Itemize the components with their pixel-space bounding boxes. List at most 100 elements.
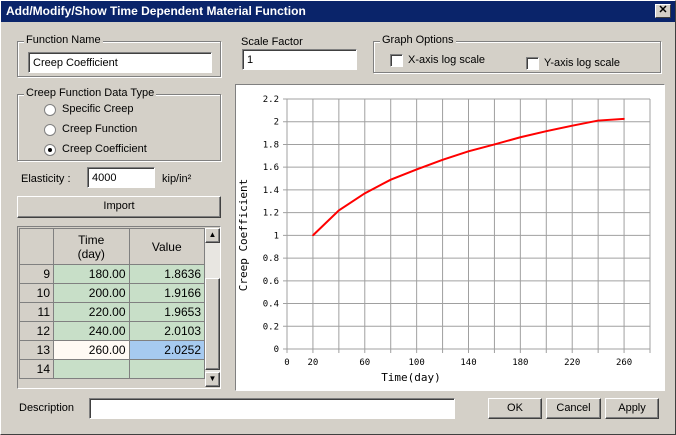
graph-options-label: Graph Options (380, 34, 456, 46)
x-log-checkbox[interactable] (390, 54, 403, 67)
vertical-scrollbar[interactable]: ▲ ▼ (205, 228, 220, 387)
y-tick-label: 0.2 (263, 322, 279, 332)
x-tick-label: 0 (284, 358, 289, 368)
elasticity-label: Elasticity : (21, 173, 71, 185)
row-header[interactable]: 14 (19, 359, 54, 379)
description-input[interactable] (89, 398, 455, 419)
time-cell[interactable]: 220.00 (53, 302, 130, 322)
elasticity-input[interactable]: 4000 (87, 167, 155, 188)
y-tick-label: 1 (274, 231, 279, 241)
y-tick-label: 2.2 (263, 95, 279, 105)
time-cell[interactable]: 180.00 (53, 264, 130, 284)
value-cell[interactable]: 1.8636 (128, 264, 205, 284)
time-cell[interactable]: 260.00 (53, 340, 130, 360)
function-name-input[interactable]: Creep Coefficient (28, 52, 212, 73)
import-button[interactable]: Import (17, 196, 221, 218)
data-point (415, 168, 418, 171)
dialog-window: Add/Modify/Show Time Dependent Material … (0, 0, 676, 435)
row-header[interactable]: 13 (19, 340, 54, 360)
cancel-button[interactable]: Cancel (546, 398, 601, 419)
table-row: 14 (19, 359, 205, 379)
x-tick-label: 60 (359, 358, 370, 368)
data-point (338, 209, 340, 212)
time-header[interactable]: Time (day) (53, 228, 130, 265)
window-title: Add/Modify/Show Time Dependent Material … (6, 4, 306, 18)
value-cell[interactable]: 1.9166 (128, 283, 205, 303)
x-tick-label: 260 (616, 358, 632, 368)
table-row: 10 200.00 1.9166 (19, 283, 205, 303)
x-tick-label: 140 (460, 358, 476, 368)
data-point (493, 143, 496, 146)
data-table: Time (day) Value 9 180.00 1.8636 10 200.0… (17, 226, 221, 389)
ok-button[interactable]: OK (488, 398, 542, 419)
data-point (519, 136, 522, 139)
data-point (467, 150, 470, 153)
y-tick-label: 1.2 (263, 209, 279, 219)
y-tick-label: 0.6 (263, 277, 279, 287)
function-name-group: Function Name Creep Coefficient (17, 34, 221, 77)
scroll-down-arrow-icon[interactable]: ▼ (205, 372, 220, 387)
value-header[interactable]: Value (128, 228, 205, 265)
radio-specific-creep-label: Specific Creep (62, 103, 134, 115)
chart-svg: 260 220 180 140 100 60 20 0 2.2 2 1.8 1.6 1.4 1.2 1 0.8… (237, 95, 651, 384)
corner-header (19, 228, 54, 265)
y-tick-label: 1.8 (263, 140, 279, 150)
value-cell[interactable]: 1.9653 (128, 302, 205, 322)
elasticity-unit: kip/in² (162, 173, 192, 185)
table-row: 12 240.00 2.0103 (19, 321, 205, 341)
x-axis-label: Time(day) (381, 371, 441, 384)
time-cell[interactable] (53, 359, 130, 379)
chart-panel: 260 220 180 140 100 60 20 0 2.2 2 1.8 1.6 1.4 1.2 1 0.8… (235, 84, 665, 391)
y-tick-label: 0 (274, 345, 279, 355)
description-label: Description (19, 402, 75, 414)
y-tick-label: 0.8 (263, 254, 279, 264)
radio-creep-coefficient-label: Creep Coefficient (62, 143, 147, 155)
data-point (441, 158, 444, 161)
row-header[interactable]: 10 (19, 283, 54, 303)
table-row: 11 220.00 1.9653 (19, 302, 205, 322)
row-header[interactable]: 11 (19, 302, 54, 322)
data-point (312, 234, 314, 237)
apply-button[interactable]: Apply (605, 398, 659, 419)
x-tick-label: 180 (512, 358, 528, 368)
radio-specific-creep[interactable] (44, 104, 56, 116)
data-point (623, 118, 625, 120)
radio-creep-function-label: Creep Function (62, 123, 138, 135)
radio-creep-coefficient[interactable] (44, 144, 56, 156)
time-cell[interactable]: 200.00 (53, 283, 130, 303)
value-cell[interactable] (128, 359, 205, 379)
y-tick-label: 2 (274, 118, 279, 128)
scroll-thumb[interactable] (205, 278, 220, 370)
data-point (597, 119, 599, 122)
graph-options-group: Graph Options X-axis log scale Y-axis lo… (373, 34, 661, 73)
table-row: 13 260.00 2.0252 (19, 340, 205, 360)
value-cell[interactable]: 2.0252 (128, 340, 205, 360)
y-tick-label: 1.4 (263, 186, 279, 196)
title-bar: Add/Modify/Show Time Dependent Material … (1, 1, 675, 22)
x-tick-label: 100 (409, 358, 425, 368)
x-log-label: X-axis log scale (408, 54, 486, 66)
y-axis-label: Creep Coefficient (237, 179, 250, 292)
scale-factor-label: Scale Factor (241, 36, 303, 48)
y-log-checkbox[interactable] (526, 57, 539, 70)
y-tick-label: 0.4 (263, 300, 279, 310)
table-row: 9 180.00 1.8636 (19, 264, 205, 284)
radio-creep-function[interactable] (44, 124, 56, 136)
scale-factor-input[interactable]: 1 (242, 49, 357, 70)
data-point (545, 130, 548, 133)
scroll-up-arrow-icon[interactable]: ▲ (205, 228, 220, 243)
data-type-label: Creep Function Data Type (24, 87, 157, 99)
row-header[interactable]: 12 (19, 321, 54, 341)
function-name-label: Function Name (24, 34, 103, 46)
data-type-group: Creep Function Data Type Specific Creep … (17, 87, 221, 161)
time-cell[interactable]: 240.00 (53, 321, 130, 341)
row-header[interactable]: 9 (19, 264, 54, 284)
data-point (363, 192, 366, 195)
close-icon: ✕ (658, 4, 668, 16)
data-point (389, 178, 392, 181)
close-button[interactable]: ✕ (655, 4, 671, 18)
data-point (571, 124, 574, 127)
value-cell[interactable]: 2.0103 (128, 321, 205, 341)
y-log-label: Y-axis log scale (544, 57, 621, 69)
y-tick-label: 1.6 (263, 163, 279, 173)
